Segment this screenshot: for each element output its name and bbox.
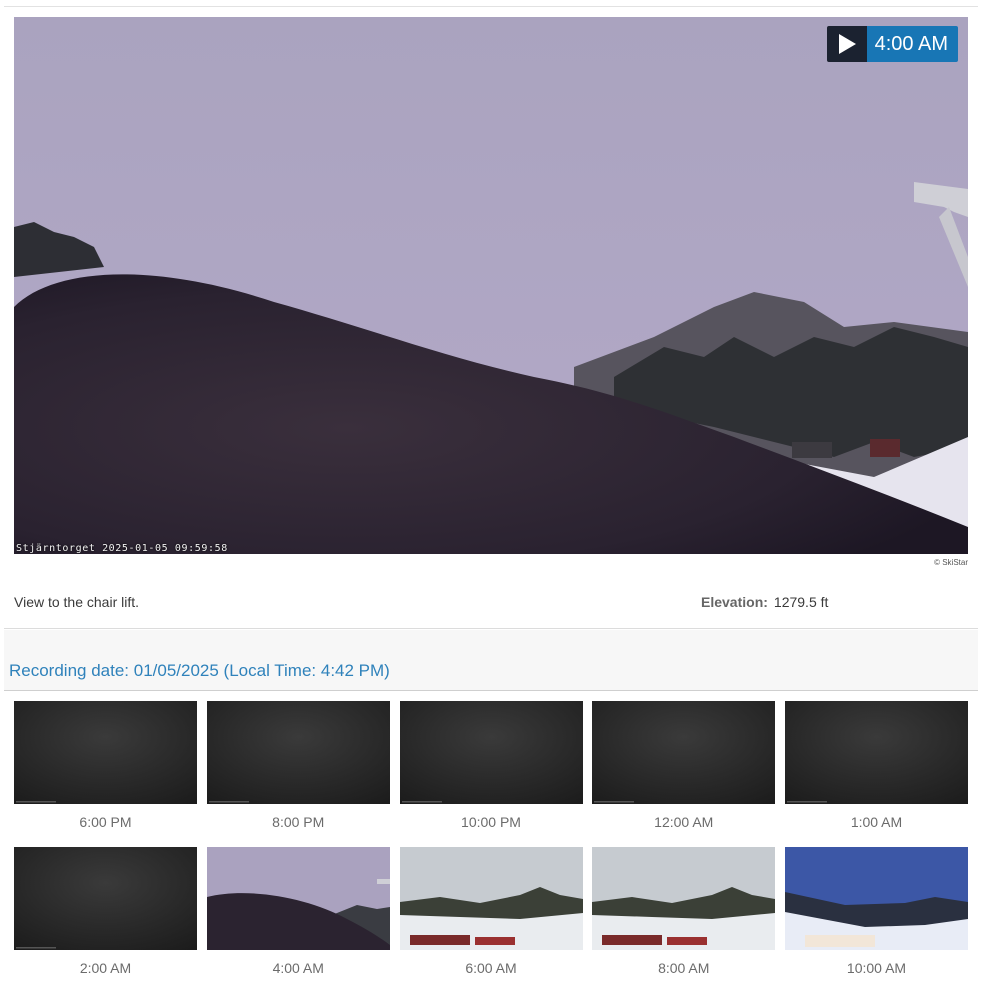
elevation-value: 1279.5 ft [773, 594, 829, 610]
thumbnail-10-00-pm[interactable]: 10:00 PM [399, 701, 583, 830]
elevation-info: Elevation: 1279.5 ft [701, 594, 828, 610]
thumbnail-time: 10:00 PM [461, 814, 521, 830]
recording-header: Recording date: 01/05/2025 (Local Time: … [4, 630, 978, 691]
camera-description: View to the chair lift. [14, 594, 140, 610]
thumbnail-time: 12:00 AM [654, 814, 714, 830]
thumbnail-time: 8:00 PM [272, 814, 325, 830]
thumbnail-time: 6:00 AM [465, 960, 517, 976]
thumbnail-time: 6:00 PM [79, 814, 132, 830]
webcam-card: Stjärntorget 2025-01-05 09:59:58 4:00 AM… [4, 7, 978, 629]
thumbnail-12-00-am[interactable]: 12:00 AM [592, 701, 776, 830]
thumbnail-time: 2:00 AM [79, 960, 132, 976]
recording-date: Recording date: 01/05/2025 (Local Time: … [9, 661, 390, 680]
thumbnail-image [592, 701, 776, 804]
thumbnail-image [399, 847, 583, 950]
thumbnail-time: 8:00 AM [658, 960, 710, 976]
thumbnail-image [206, 847, 390, 950]
thumbnail-image [206, 701, 390, 804]
thumbnail-image [592, 847, 776, 950]
copyright-label: © SkiStar [934, 558, 968, 567]
play-icon [838, 34, 856, 54]
thumbnail-2-00-am[interactable]: 2:00 AM [14, 847, 197, 976]
thumbnail-image [785, 847, 968, 950]
thumbnail-image [14, 701, 197, 804]
elevation-label: Elevation: [701, 594, 768, 610]
playback-control[interactable]: 4:00 AM [826, 26, 958, 62]
thumbnail-image [399, 701, 583, 804]
thumbnail-time: 10:00 AM [846, 960, 907, 976]
thumbnail-1-00-am[interactable]: 1:00 AM [785, 701, 968, 830]
thumbnail-6-00-pm[interactable]: 6:00 PM [14, 701, 197, 830]
webcam-player[interactable]: Stjärntorget 2025-01-05 09:59:58 4:00 AM [14, 17, 968, 554]
thumbnail-4-00-am[interactable]: 4:00 AM [206, 847, 390, 976]
thumbnail-time: 4:00 AM [272, 960, 324, 976]
thumbnail-8-00-am[interactable]: 8:00 AM [592, 847, 776, 976]
thumbnail-10-00-am[interactable]: 10:00 AM [785, 847, 968, 976]
thumbnail-6-00-am[interactable]: 6:00 AM [399, 847, 583, 976]
thumbnail-8-00-pm[interactable]: 8:00 PM [206, 701, 390, 830]
webcam-panel: Stjärntorget 2025-01-05 09:59:58 4:00 AM… [4, 6, 978, 990]
thumbnail-image [14, 847, 197, 950]
current-time-badge: 4:00 AM [866, 26, 958, 62]
timestamp-overlay: Stjärntorget 2025-01-05 09:59:58 [16, 543, 228, 554]
thumbnail-image [785, 701, 968, 804]
thumbnail-time: 1:00 AM [850, 814, 903, 830]
webcam-image [14, 17, 968, 554]
play-button[interactable] [826, 26, 867, 62]
